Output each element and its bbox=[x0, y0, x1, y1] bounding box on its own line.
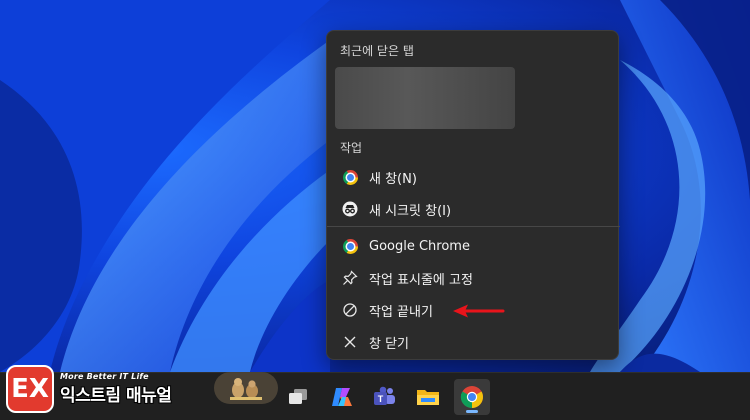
file-explorer-button[interactable] bbox=[410, 379, 446, 415]
pin-to-taskbar-item[interactable]: 작업 표시줄에 고정 bbox=[331, 263, 616, 293]
logo-tagline: More Better IT Life bbox=[60, 372, 149, 381]
teams-icon: T bbox=[374, 386, 395, 405]
new-incognito-window-label: 새 시크릿 창(I) bbox=[369, 203, 452, 219]
incognito-icon bbox=[341, 200, 359, 218]
chrome-icon bbox=[341, 168, 359, 186]
end-task-icon bbox=[341, 301, 359, 319]
tasks-heading: 작업 bbox=[340, 141, 363, 155]
new-window-item[interactable]: 새 창(N) bbox=[331, 162, 616, 192]
logo-name: 익스트림 매뉴얼 bbox=[60, 386, 172, 406]
google-chrome-item[interactable]: Google Chrome bbox=[331, 231, 616, 261]
close-window-label: 창 닫기 bbox=[369, 336, 410, 352]
google-chrome-label: Google Chrome bbox=[369, 238, 470, 254]
recent-tab-thumbnail[interactable] bbox=[335, 67, 515, 129]
copilot-button[interactable] bbox=[324, 379, 360, 415]
copilot-icon bbox=[332, 388, 352, 406]
task-view-button[interactable] bbox=[280, 379, 316, 415]
annotation-arrow bbox=[453, 304, 505, 318]
svg-text:T: T bbox=[378, 394, 384, 404]
new-window-label: 새 창(N) bbox=[369, 171, 417, 187]
logo-mascot-icon bbox=[214, 372, 278, 404]
chrome-taskbar-button[interactable] bbox=[454, 379, 490, 415]
chrome-icon bbox=[460, 386, 483, 409]
logo-badge: EX bbox=[6, 365, 54, 413]
logo-text: More Better IT Life 익스트림 매뉴얼 bbox=[60, 372, 172, 406]
pin-to-taskbar-label: 작업 표시줄에 고정 bbox=[369, 272, 473, 288]
menu-divider bbox=[327, 226, 620, 227]
teams-button[interactable]: T bbox=[366, 379, 402, 415]
recent-closed-tabs-heading: 최근에 닫은 탭 bbox=[340, 44, 414, 58]
new-incognito-window-item[interactable]: 새 시크릿 창(I) bbox=[331, 194, 616, 224]
chrome-icon bbox=[341, 237, 359, 255]
active-app-indicator bbox=[466, 410, 478, 413]
close-window-item[interactable]: 창 닫기 bbox=[331, 327, 616, 357]
close-icon bbox=[341, 333, 359, 351]
task-view-icon bbox=[289, 389, 307, 404]
end-task-label: 작업 끝내기 bbox=[369, 304, 433, 320]
file-explorer-icon bbox=[417, 390, 439, 405]
site-watermark-logo: EX More Better IT Life 익스트림 매뉴얼 bbox=[6, 364, 278, 414]
pin-icon bbox=[341, 269, 359, 287]
